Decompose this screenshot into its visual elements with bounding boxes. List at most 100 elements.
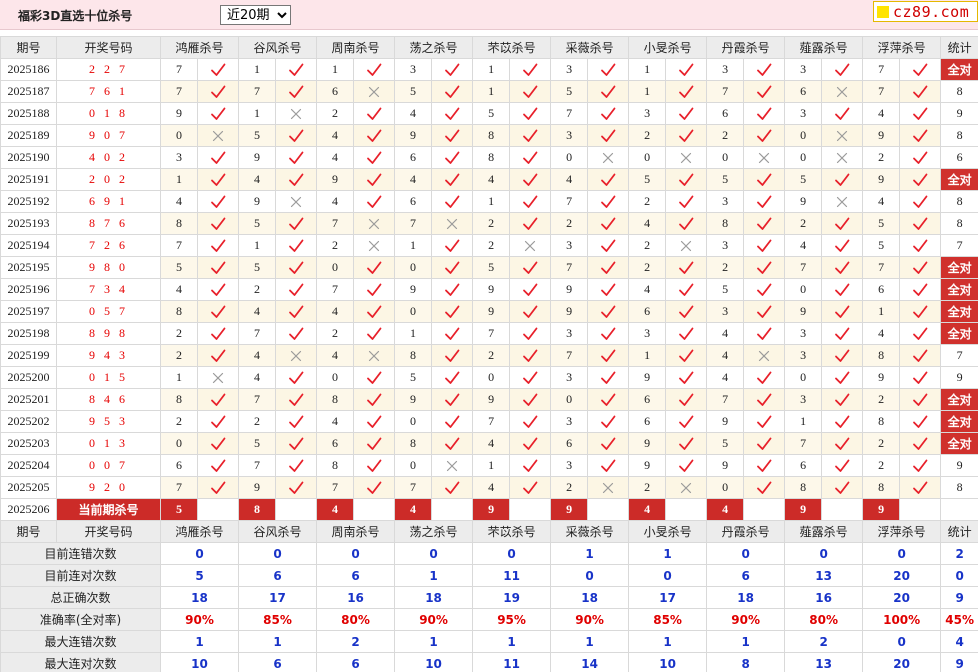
col-expert-1[interactable]: 谷风杀号 bbox=[238, 36, 318, 59]
kill-number-cell: 5 bbox=[628, 168, 667, 191]
result-mark-cell bbox=[196, 124, 240, 147]
check-icon bbox=[834, 304, 850, 320]
result-mark-cell bbox=[899, 124, 942, 147]
kill-number-cell: 2 bbox=[550, 212, 589, 235]
table-row: 2025196 7 3 4 4 2 7 9 9 9 4 5 0 6 全对 bbox=[0, 278, 978, 301]
cross-icon bbox=[834, 84, 850, 100]
draw-numbers-cell: 0 1 5 bbox=[56, 366, 161, 389]
result-mark-cell bbox=[509, 278, 552, 301]
check-icon bbox=[522, 216, 538, 232]
kill-number-cell: 1 bbox=[316, 58, 355, 81]
stat-count-cell: 8 bbox=[940, 476, 978, 499]
check-icon bbox=[600, 172, 616, 188]
col-expert-4[interactable]: 芣苡杀号 bbox=[472, 520, 552, 543]
kill-number-cell: 7 bbox=[238, 454, 277, 477]
kill-number-cell: 2 bbox=[160, 344, 198, 367]
summary-value: 18 bbox=[394, 586, 474, 609]
current-kill-number: 4 bbox=[628, 498, 667, 521]
result-mark-cell bbox=[431, 366, 474, 389]
col-expert-3[interactable]: 荡之杀号 bbox=[394, 520, 474, 543]
result-mark-cell bbox=[196, 256, 240, 279]
result-mark-cell bbox=[587, 410, 630, 433]
check-icon bbox=[834, 282, 850, 298]
col-expert-1[interactable]: 谷风杀号 bbox=[238, 520, 318, 543]
result-mark-cell bbox=[275, 234, 318, 257]
period-range-select[interactable]: 近20期 bbox=[220, 5, 291, 25]
check-icon bbox=[444, 414, 460, 430]
col-expert-2[interactable]: 周南杀号 bbox=[316, 36, 396, 59]
summary-value: 18 bbox=[706, 586, 786, 609]
col-expert-2[interactable]: 周南杀号 bbox=[316, 520, 396, 543]
summary-value: 0 bbox=[159, 542, 240, 565]
check-icon bbox=[678, 282, 694, 298]
stat-count-cell: 8 bbox=[940, 124, 978, 147]
result-mark-cell bbox=[275, 322, 318, 345]
col-expert-8[interactable]: 薤露杀号 bbox=[784, 520, 864, 543]
site-logo[interactable]: cz89.com bbox=[873, 1, 978, 22]
result-mark-cell bbox=[743, 278, 786, 301]
current-kill-number: 9 bbox=[862, 498, 901, 521]
check-icon bbox=[444, 326, 460, 342]
col-expert-9[interactable]: 浮萍杀号 bbox=[862, 36, 942, 59]
result-mark-cell bbox=[743, 344, 786, 367]
col-expert-5[interactable]: 采薇杀号 bbox=[550, 520, 630, 543]
check-icon bbox=[834, 106, 850, 122]
kill-number-cell: 0 bbox=[472, 366, 511, 389]
col-expert-5[interactable]: 采薇杀号 bbox=[550, 36, 630, 59]
result-mark-cell bbox=[196, 102, 240, 125]
col-expert-7[interactable]: 丹霞杀号 bbox=[706, 36, 786, 59]
cross-icon bbox=[444, 216, 460, 232]
check-icon bbox=[912, 128, 928, 144]
kill-number-cell: 4 bbox=[862, 190, 901, 213]
check-icon bbox=[288, 282, 304, 298]
summary-value: 18 bbox=[550, 586, 630, 609]
check-icon bbox=[522, 392, 538, 408]
check-icon bbox=[288, 216, 304, 232]
col-expert-6[interactable]: 小旻杀号 bbox=[628, 520, 708, 543]
kill-number-cell: 1 bbox=[238, 234, 277, 257]
check-icon bbox=[366, 194, 382, 210]
period-cell: 2025186 bbox=[0, 58, 57, 81]
check-icon bbox=[834, 62, 850, 78]
summary-value: 10 bbox=[159, 652, 240, 672]
result-mark-cell bbox=[509, 146, 552, 169]
kill-number-cell: 2 bbox=[316, 102, 355, 125]
check-icon bbox=[444, 480, 460, 496]
kill-number-cell: 0 bbox=[394, 300, 433, 323]
period-cell: 2025192 bbox=[0, 190, 57, 213]
kill-number-cell: 3 bbox=[706, 190, 745, 213]
check-icon bbox=[288, 172, 304, 188]
col-expert-9[interactable]: 浮萍杀号 bbox=[862, 520, 942, 543]
result-mark-cell bbox=[821, 234, 864, 257]
col-expert-3[interactable]: 荡之杀号 bbox=[394, 36, 474, 59]
col-expert-0[interactable]: 鸿雁杀号 bbox=[159, 520, 240, 543]
cross-icon bbox=[444, 458, 460, 474]
page-title: 福彩3D直选十位杀号 bbox=[18, 9, 133, 23]
kill-number-cell: 8 bbox=[862, 410, 901, 433]
table-row: 2025205 9 2 079774220888 bbox=[0, 476, 978, 499]
check-icon bbox=[600, 348, 616, 364]
result-mark-cell bbox=[821, 80, 864, 103]
col-expert-6[interactable]: 小旻杀号 bbox=[628, 36, 708, 59]
col-expert-4[interactable]: 芣苡杀号 bbox=[472, 36, 552, 59]
result-mark-cell bbox=[509, 256, 552, 279]
result-mark-cell bbox=[743, 124, 786, 147]
summary-value: 90% bbox=[394, 608, 474, 631]
summary-value: 0 bbox=[238, 542, 318, 565]
result-mark-cell bbox=[665, 344, 708, 367]
period-cell: 2025200 bbox=[0, 366, 57, 389]
kill-number-cell: 5 bbox=[784, 168, 823, 191]
result-mark-cell bbox=[431, 388, 474, 411]
col-expert-0[interactable]: 鸿雁杀号 bbox=[159, 36, 240, 59]
col-expert-8[interactable]: 薤露杀号 bbox=[784, 36, 864, 59]
summary-value: 1 bbox=[550, 542, 630, 565]
check-icon bbox=[678, 348, 694, 364]
result-mark-cell bbox=[665, 300, 708, 323]
summary-value: 45% bbox=[940, 608, 978, 631]
summary-value: 0 bbox=[550, 564, 630, 587]
result-mark-cell bbox=[196, 168, 240, 191]
col-expert-7[interactable]: 丹霞杀号 bbox=[706, 520, 786, 543]
kill-number-cell: 3 bbox=[784, 388, 823, 411]
result-mark-cell bbox=[196, 146, 240, 169]
current-kill-label: 当前期杀号 bbox=[56, 498, 161, 521]
